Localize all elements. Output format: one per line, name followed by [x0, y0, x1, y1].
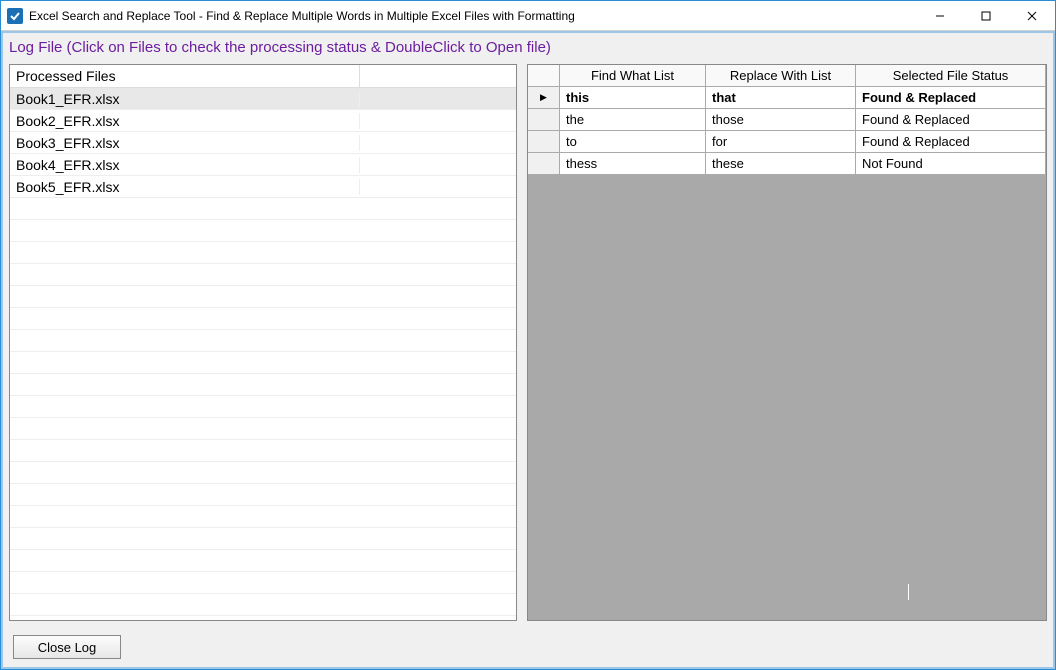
- table-row[interactable]: toforFound & Replaced: [528, 131, 1046, 153]
- row-header[interactable]: [528, 87, 560, 109]
- table-row[interactable]: thisthatFound & Replaced: [528, 87, 1046, 109]
- list-item-empty[interactable]: [10, 484, 516, 506]
- file-name: Book2_EFR.xlsx: [10, 113, 360, 129]
- list-item-empty[interactable]: [10, 286, 516, 308]
- table-row[interactable]: thethoseFound & Replaced: [528, 109, 1046, 131]
- list-item-empty[interactable]: [10, 242, 516, 264]
- col-replace-with[interactable]: Replace With List: [706, 65, 856, 87]
- status-cell[interactable]: Found & Replaced: [856, 87, 1046, 109]
- window-controls: [917, 1, 1055, 30]
- find-cell[interactable]: to: [560, 131, 706, 153]
- processed-files-header[interactable]: Processed Files: [10, 65, 360, 87]
- col-find-what[interactable]: Find What List: [560, 65, 706, 87]
- status-cell[interactable]: Found & Replaced: [856, 109, 1046, 131]
- panels: Processed Files Book1_EFR.xlsx Book2_EFR.…: [3, 64, 1053, 627]
- table-row[interactable]: thesstheseNot Found: [528, 153, 1046, 175]
- list-item-empty[interactable]: [10, 352, 516, 374]
- list-header-row: Processed Files: [10, 65, 516, 88]
- close-button[interactable]: [1009, 1, 1055, 30]
- maximize-button[interactable]: [963, 1, 1009, 30]
- list-item-empty[interactable]: [10, 550, 516, 572]
- file-name: Book4_EFR.xlsx: [10, 157, 360, 173]
- find-cell[interactable]: the: [560, 109, 706, 131]
- list-item[interactable]: Book4_EFR.xlsx: [10, 154, 516, 176]
- list-body: Book1_EFR.xlsx Book2_EFR.xlsx Book3_EFR.xl…: [10, 88, 516, 620]
- grid-body: thisthatFound & ReplacedthethoseFound & …: [528, 87, 1046, 175]
- row-header[interactable]: [528, 109, 560, 131]
- app-window: Excel Search and Replace Tool - Find & R…: [0, 0, 1056, 670]
- list-item[interactable]: Book2_EFR.xlsx: [10, 110, 516, 132]
- results-grid[interactable]: Find What List Replace With List Selecte…: [527, 64, 1047, 621]
- replace-cell[interactable]: those: [706, 109, 856, 131]
- replace-cell[interactable]: that: [706, 87, 856, 109]
- list-item[interactable]: Book1_EFR.xlsx: [10, 88, 516, 110]
- list-item-empty[interactable]: [10, 418, 516, 440]
- status-cell[interactable]: Not Found: [856, 153, 1046, 175]
- list-item-empty[interactable]: [10, 440, 516, 462]
- row-header[interactable]: [528, 131, 560, 153]
- replace-cell[interactable]: these: [706, 153, 856, 175]
- list-item-empty[interactable]: [10, 264, 516, 286]
- find-cell[interactable]: this: [560, 87, 706, 109]
- row-header[interactable]: [528, 153, 560, 175]
- titlebar: Excel Search and Replace Tool - Find & R…: [1, 1, 1055, 31]
- file-name: Book1_EFR.xlsx: [10, 91, 360, 107]
- file-name: Book5_EFR.xlsx: [10, 179, 360, 195]
- list-item-empty[interactable]: [10, 396, 516, 418]
- list-item-empty[interactable]: [10, 528, 516, 550]
- list-item-empty[interactable]: [10, 506, 516, 528]
- list-item-empty[interactable]: [10, 308, 516, 330]
- close-log-button[interactable]: Close Log: [13, 635, 121, 659]
- list-item-empty[interactable]: [10, 462, 516, 484]
- grid-header-row: Find What List Replace With List Selecte…: [528, 65, 1046, 87]
- window-title: Excel Search and Replace Tool - Find & R…: [29, 9, 917, 23]
- caret-indicator: [908, 584, 909, 600]
- list-item-empty[interactable]: [10, 374, 516, 396]
- find-cell[interactable]: thess: [560, 153, 706, 175]
- list-item-empty[interactable]: [10, 572, 516, 594]
- replace-cell[interactable]: for: [706, 131, 856, 153]
- list-item-empty[interactable]: [10, 220, 516, 242]
- list-item[interactable]: Book5_EFR.xlsx: [10, 176, 516, 198]
- grid-corner[interactable]: [528, 65, 560, 87]
- bottom-bar: Close Log: [3, 627, 1053, 667]
- log-file-header: Log File (Click on Files to check the pr…: [3, 33, 1053, 64]
- list-item-empty[interactable]: [10, 198, 516, 220]
- status-cell[interactable]: Found & Replaced: [856, 131, 1046, 153]
- list-item-empty[interactable]: [10, 594, 516, 616]
- client-area: Log File (Click on Files to check the pr…: [1, 31, 1055, 669]
- col-status[interactable]: Selected File Status: [856, 65, 1046, 87]
- list-item-empty[interactable]: [10, 330, 516, 352]
- app-icon: [7, 8, 23, 24]
- file-name: Book3_EFR.xlsx: [10, 135, 360, 151]
- list-item[interactable]: Book3_EFR.xlsx: [10, 132, 516, 154]
- minimize-button[interactable]: [917, 1, 963, 30]
- processed-files-list[interactable]: Processed Files Book1_EFR.xlsx Book2_EFR.…: [9, 64, 517, 621]
- processed-files-header-2[interactable]: [360, 65, 516, 87]
